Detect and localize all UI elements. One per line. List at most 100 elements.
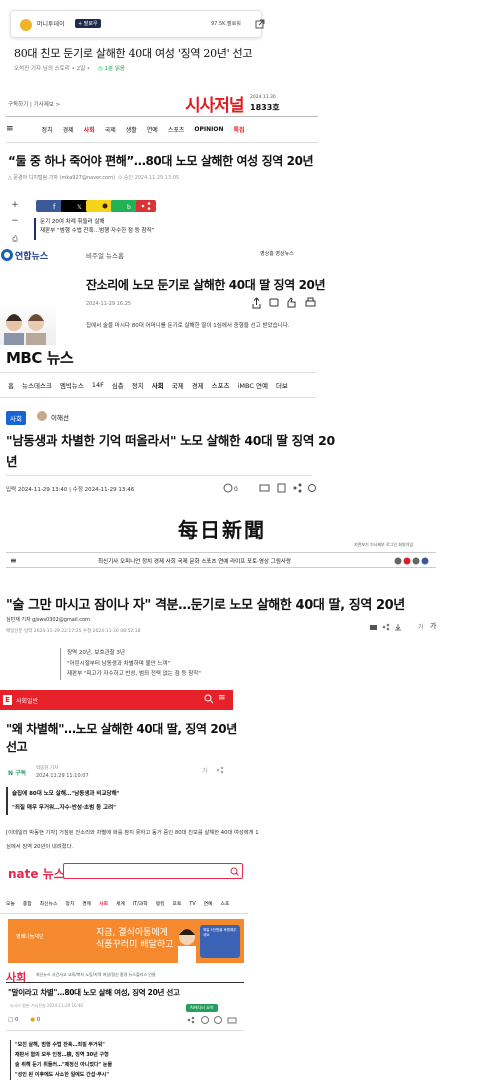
nav-item[interactable]: 스포츠 (168, 125, 185, 134)
article-thumbnail[interactable] (0, 307, 56, 345)
masthead-logo[interactable]: 每日新聞 (178, 514, 266, 543)
search-icon[interactable] (230, 867, 239, 876)
svg-text:b: b (127, 204, 131, 211)
nav-item[interactable]: 홈 (8, 380, 14, 390)
svg-text:가: 가 (202, 767, 208, 775)
font-icon[interactable] (201, 1016, 209, 1024)
nav-item[interactable]: 랭킹 (156, 902, 165, 907)
share-icon[interactable] (187, 1016, 195, 1024)
section-label[interactable]: 사회일반 (16, 696, 38, 705)
nav-item[interactable]: 최신뉴스 (40, 902, 58, 907)
font-size-small-button[interactable]: 가 (418, 622, 424, 631)
print-icon[interactable] (259, 484, 270, 492)
share-icon[interactable] (136, 200, 156, 212)
related-line: "어린시절부터 남동생과 차별하며 불안 느껴" (67, 660, 171, 667)
nav-item[interactable]: 14F (92, 381, 104, 389)
like-icon[interactable] (287, 297, 296, 308)
share-icon[interactable] (252, 297, 261, 309)
download-icon[interactable] (395, 624, 401, 631)
nate-logo[interactable]: nate 뉴스 (8, 865, 65, 882)
reporter-name[interactable]: 박동현 기자 (36, 765, 58, 771)
search-icon[interactable] (204, 694, 214, 704)
edaily-logo-icon[interactable]: E (3, 695, 12, 705)
nav-item[interactable]: 연예 (204, 902, 213, 907)
menu-icon[interactable]: ≡ (6, 124, 14, 134)
nav-items[interactable]: 최신기사 오피니언 정치 경제 사회 국제 문화 스포츠 연예 라이프 포토·영… (98, 557, 291, 565)
nav-item[interactable]: iMBC 연예 (238, 380, 268, 390)
section-label[interactable]: 비주얼 뉴스홈 (86, 250, 124, 260)
menu-icon[interactable]: ≡ (218, 693, 226, 703)
nav-item[interactable]: 정치 (132, 380, 144, 390)
print-icon[interactable] (370, 625, 377, 630)
nav-item[interactable]: 심층 (112, 380, 124, 390)
reporter-email[interactable]: 심민재 기자 gjsws0302@gmail.com (6, 616, 90, 623)
emoji-icon[interactable]: ● (30, 1017, 35, 1023)
related-line: 재판부 "피고가 자수하고 반성, 범죄 전력 없는 점 등 참작" (67, 671, 201, 677)
main-nav: 오늘 종합 최신뉴스 정치 경제 사회 세계 IT/과학 랭킹 포토 TV 연예… (0, 894, 248, 914)
share-icon[interactable] (293, 483, 302, 493)
article-title: "말이라고 차별"…80대 노모 살해 여성, 징역 20년 선고 (8, 988, 180, 997)
print-icon[interactable]: ⎙ (8, 235, 22, 244)
search-input[interactable] (63, 863, 243, 879)
external-link-icon[interactable] (253, 17, 267, 31)
section-subnav[interactable]: 최신뉴스 사건사고 교육/복지 노동/지역 여성/정신 환경 뉴스플러스 인물 (36, 972, 156, 978)
publisher-name[interactable]: 머니투데이 (37, 19, 65, 28)
nav-item[interactable]: 경제 (63, 125, 74, 134)
font-size-large-button[interactable]: 가 (430, 621, 436, 631)
follow-button[interactable]: + 팔로우 (75, 19, 101, 28)
font-size-icon[interactable]: 가 (202, 767, 208, 775)
nav-item[interactable]: 특집 (234, 125, 245, 134)
nav-item[interactable]: 세계 (116, 902, 125, 907)
reporter-avatar (37, 411, 47, 421)
yonhap-logo[interactable]: 연합뉴스 (0, 247, 60, 263)
comment-icon[interactable] (269, 298, 279, 307)
nav-item[interactable]: 경제 (192, 380, 204, 390)
nav-item[interactable]: 스포 (221, 902, 230, 907)
nav-item[interactable]: 더보 (276, 380, 288, 390)
advertisement-banner[interactable]: 영베나눔재단 지금, 결식아동에게 식품꾸러미 배달하고 매일 5천원을 후원해… (8, 919, 244, 963)
reporter-name[interactable]: 이해선 (51, 412, 69, 422)
nav-item-active[interactable]: 사회 (84, 125, 95, 134)
nav-item[interactable]: 엠빅뉴스 (60, 380, 84, 390)
menu-icon[interactable]: ≡ (10, 556, 17, 565)
share-icon[interactable] (382, 623, 390, 631)
byline: 뉴시스 원본 기사전송 2024-11-29 16:40 (10, 1003, 83, 1008)
top-links[interactable]: 구독하기 | 기사제보 > (8, 100, 60, 108)
nav-item[interactable]: IT/과학 (133, 902, 148, 907)
sisa-journal-logo[interactable]: 시사저널 (185, 91, 245, 116)
nav-item-active[interactable]: 사회 (99, 902, 108, 907)
news-subscribe-button[interactable]: N 구독 (8, 768, 26, 777)
nav-item[interactable]: 정치 (65, 902, 74, 907)
comment-icon[interactable]: ▢ (8, 1017, 13, 1023)
more-icon[interactable] (308, 484, 316, 492)
section-badge[interactable]: 사회 (6, 411, 26, 425)
nav-item[interactable]: OPINION (194, 126, 223, 133)
nav-item[interactable]: 국제 (172, 380, 184, 390)
nav-item[interactable]: 뉴스데스크 (22, 380, 52, 390)
ai-summary-badge[interactable]: AI에디터 요약 (186, 1004, 218, 1012)
comment-icon[interactable] (223, 483, 233, 493)
nav-item[interactable]: 연예 (147, 125, 158, 134)
article-title: 80대 친모 둔기로 살해한 40대 여성 '징역 20년' 선고 (14, 47, 253, 60)
nav-item[interactable]: 생활 (126, 125, 137, 134)
mbc-logo[interactable]: MBC 뉴스 (6, 347, 74, 368)
nav-item[interactable]: 국제 (105, 125, 116, 134)
nav-item[interactable]: 종합 (23, 902, 32, 907)
scrap-icon[interactable] (214, 1016, 222, 1024)
print-icon[interactable] (305, 297, 316, 307)
font-increase-button[interactable]: + (8, 200, 22, 210)
social-icons[interactable] (394, 557, 434, 565)
nav-item[interactable]: 스포츠 (212, 380, 230, 390)
video-links[interactable]: 영상홈 영상뉴스 (260, 250, 294, 257)
print-icon[interactable] (227, 1017, 237, 1024)
nav-item[interactable]: TV (189, 902, 195, 907)
bookmark-icon[interactable] (277, 483, 286, 493)
nav-item-active[interactable]: 사회 (152, 380, 164, 390)
nav-item[interactable]: 경제 (82, 902, 91, 907)
utility-links[interactable]: 지면보기 기사제보 로그인 회원가입 (354, 542, 413, 548)
nav-item[interactable]: 포토 (173, 902, 182, 907)
nav-item[interactable]: 정치 (42, 125, 53, 134)
nav-item[interactable]: 오늘 (6, 902, 15, 907)
font-decrease-button[interactable]: − (8, 216, 22, 226)
share-icon[interactable] (216, 766, 224, 774)
